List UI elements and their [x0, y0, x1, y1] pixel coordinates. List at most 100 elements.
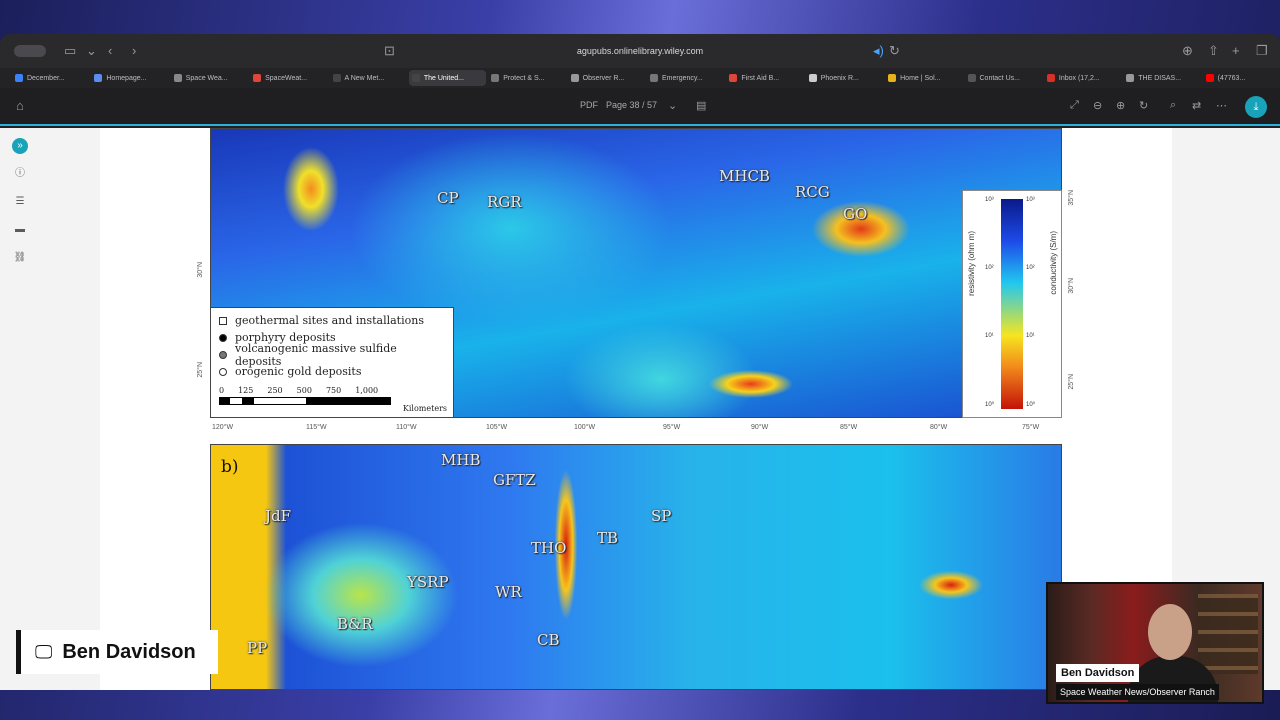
tab-label: Phoenix R... [820, 74, 859, 82]
x-tick: 120°W [212, 424, 234, 431]
window-controls[interactable] [14, 45, 46, 57]
tab-overview-icon[interactable]: ❐ [1256, 43, 1268, 59]
browser-tab[interactable]: Emergency... [647, 70, 724, 86]
legend-item: geothermal sites and installations [219, 312, 445, 329]
search-icon[interactable]: ⌕ [1170, 99, 1176, 112]
pdf-badge: PDF [580, 100, 598, 110]
tab-bar: December... Homepage... Space Wea... SpaceW… [0, 68, 1280, 88]
x-tick: 100°W [574, 424, 596, 431]
browser-tab[interactable]: First Aid B... [726, 70, 803, 86]
scale-ticks: 0 125 250 500 750 1,000 [219, 386, 445, 395]
back-icon[interactable]: ‹ [108, 43, 112, 59]
tab-favicon-icon [888, 74, 897, 82]
cam-subtitle: Space Weather News/Observer Ranch [1056, 684, 1219, 700]
colorbar-tick: 10⁰ [985, 402, 995, 408]
browser-tab[interactable]: (47763... [1203, 70, 1280, 86]
info-icon[interactable]: ⓘ [12, 166, 28, 182]
tab-label: First Aid B... [741, 74, 780, 82]
tab-favicon-icon [1205, 74, 1214, 82]
tab-favicon-icon [1126, 74, 1135, 82]
y-tick: 30°N [1068, 278, 1075, 294]
scale-bar [219, 397, 391, 405]
rotate-icon[interactable]: ↻ [1139, 99, 1148, 112]
home-icon[interactable]: ⌂ [16, 98, 24, 113]
pdf-toolbar: ⌂ PDF Page 38 / 57 ⌄ ▤ ⤢ ⊖ ⊕ ↻ ⌕ ⇄ ⋯ ⤓ [0, 88, 1280, 126]
scale-tick: 500 [296, 386, 312, 395]
forward-icon[interactable]: › [132, 43, 136, 59]
new-tab-icon[interactable]: + [1232, 43, 1240, 59]
map-legend: geothermal sites and installations porph… [210, 307, 454, 418]
region-label: TB [597, 529, 619, 547]
outline-icon[interactable]: ☰ [12, 194, 28, 210]
browser-tab[interactable]: Homepage... [91, 70, 168, 86]
region-label: PP [247, 639, 268, 657]
region-label: CB [537, 631, 560, 649]
audio-icon[interactable]: ◂) [873, 43, 884, 59]
zoom-in-icon[interactable]: ⊕ [1116, 99, 1125, 112]
presenter-nametag: 🖵 Ben Davidson [16, 630, 218, 674]
region-label: SP [651, 507, 672, 525]
presenter-name: Ben Davidson [62, 640, 196, 663]
browser-tab[interactable]: Protect & S... [488, 70, 565, 86]
browser-tab[interactable]: The United... [408, 70, 487, 86]
x-tick: 75°W [1022, 424, 1040, 431]
browser-tab[interactable]: Inbox (17,2... [1044, 70, 1121, 86]
scale-tick: 1,000 [355, 386, 379, 395]
browser-tab[interactable]: A New Met... [330, 70, 407, 86]
share-icon[interactable]: ⇧ [1208, 43, 1219, 59]
x-tick: 80°W [930, 424, 948, 431]
chevron-down-icon[interactable]: ⌄ [86, 43, 97, 59]
browser-tab[interactable]: Phoenix R... [806, 70, 883, 86]
bookshelf [1198, 594, 1258, 674]
scale-tick: 125 [238, 386, 254, 395]
tab-favicon-icon [173, 74, 182, 82]
colorbar-tick: 10³ [985, 197, 994, 203]
region-label: MHB [441, 451, 481, 469]
browser-tab[interactable]: SpaceWeat... [250, 70, 327, 86]
browser-tab[interactable]: Home | Sol... [885, 70, 962, 86]
fit-icon[interactable]: ⤢ [1070, 99, 1079, 112]
tab-favicon-icon [570, 74, 579, 82]
expand-icon[interactable]: » [12, 138, 28, 154]
page-indicator[interactable]: Page 38 / 57 [606, 100, 657, 110]
tab-label: (47763... [1217, 74, 1246, 82]
region-label: JdF [265, 507, 292, 525]
reload-icon[interactable]: ↻ [889, 43, 900, 59]
x-tick: 90°W [751, 424, 769, 431]
layout-icon[interactable]: ▤ [696, 99, 706, 112]
browser-tab[interactable]: Space Wea... [171, 70, 248, 86]
tab-favicon-icon [729, 74, 738, 82]
browser-tab[interactable]: Contact Us... [965, 70, 1042, 86]
region-label: MHCB [719, 167, 770, 185]
chevron-down-icon[interactable]: ⌄ [668, 99, 677, 112]
colorbar-tick: 10² [985, 265, 994, 271]
legend-label: orogenic gold deposits [235, 365, 362, 378]
image-icon[interactable]: ▬ [12, 222, 28, 238]
link-icon[interactable]: ⛓ [12, 250, 28, 266]
zoom-out-icon[interactable]: ⊖ [1093, 99, 1102, 112]
tab-label: December... [27, 74, 65, 82]
x-tick: 95°W [663, 424, 681, 431]
download-icon[interactable]: ⊕ [1182, 43, 1193, 59]
region-label: WR [495, 583, 522, 601]
browser-tab[interactable]: December... [12, 70, 89, 86]
browser-tab[interactable]: THE DISAS... [1123, 70, 1200, 86]
tab-favicon-icon [253, 74, 262, 82]
region-label: YSRP [407, 573, 449, 591]
tab-favicon-icon [491, 74, 500, 82]
translate-icon[interactable]: ⇄ [1192, 99, 1201, 112]
scale-unit: Kilometers [402, 404, 447, 413]
colorbar-tick: 10¹ [1026, 333, 1035, 339]
pdf-download-icon[interactable]: ⤓ [1245, 96, 1267, 118]
address-bar[interactable]: agupubs.onlinelibrary.wiley.com [400, 42, 880, 60]
screen-share-icon: 🖵 [35, 641, 53, 662]
browser-tab[interactable]: Observer R... [568, 70, 645, 86]
tab-label: THE DISAS... [1138, 74, 1182, 82]
sidebar-icon[interactable]: ▭ [64, 43, 76, 59]
tab-label: Emergency... [662, 74, 703, 82]
tab-label: SpaceWeat... [265, 74, 308, 82]
more-icon[interactable]: ⋯ [1216, 99, 1227, 112]
colorbar-gradient [1001, 199, 1023, 409]
colorbar-tick: 10² [1026, 265, 1035, 271]
tab-label: Home | Sol... [900, 74, 941, 82]
